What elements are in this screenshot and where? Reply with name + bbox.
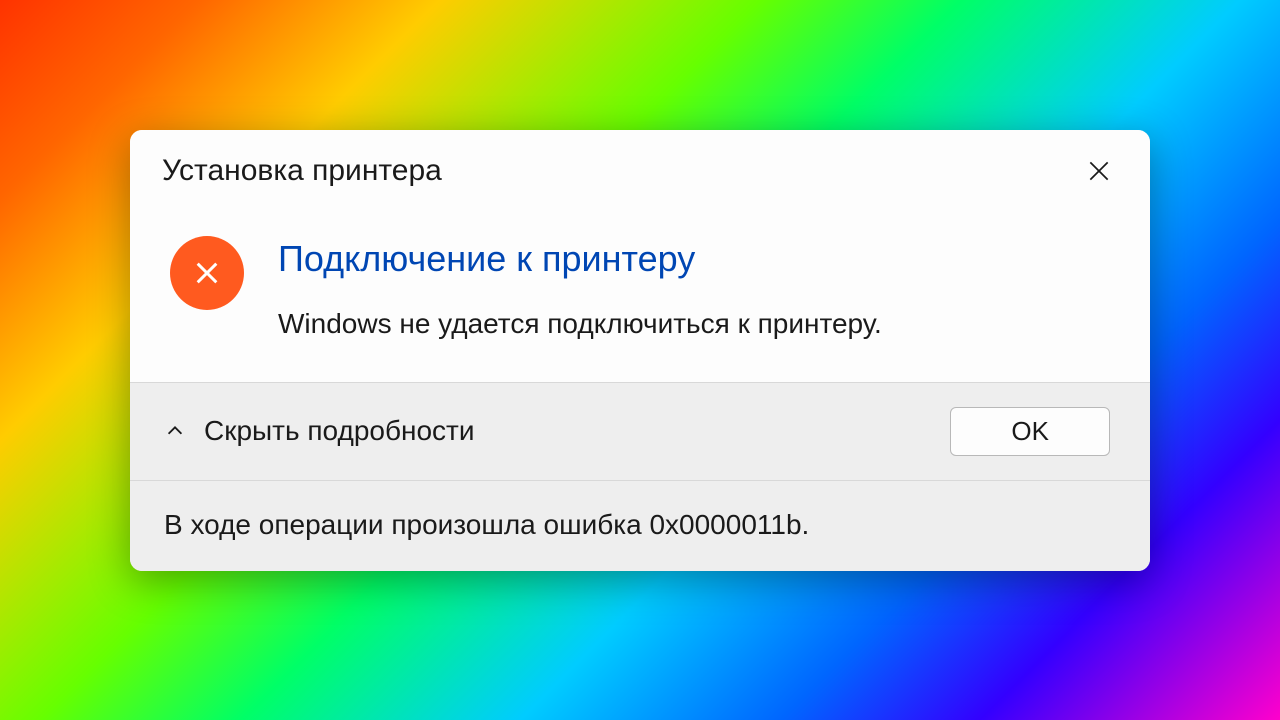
dialog-message: Windows не удается подключиться к принте… [278, 308, 1110, 340]
error-details-text: В ходе операции произошла ошибка 0x00000… [164, 509, 1116, 541]
dialog-title: Установка принтера [162, 154, 442, 188]
details-area: В ходе операции произошла ошибка 0x00000… [130, 480, 1150, 571]
details-toggle-label: Скрыть подробности [204, 415, 475, 447]
chevron-up-icon [164, 420, 186, 442]
content-text: Подключение к принтеру Windows не удаетс… [278, 232, 1110, 340]
close-button[interactable] [1076, 148, 1122, 194]
error-icon [170, 236, 244, 310]
footer-area: Скрыть подробности OK [130, 382, 1150, 480]
close-icon [1086, 158, 1112, 184]
titlebar: Установка принтера [130, 130, 1150, 204]
error-dialog: Установка принтера Подключение к принтер… [130, 130, 1150, 571]
dialog-heading: Подключение к принтеру [278, 238, 1110, 280]
details-toggle[interactable]: Скрыть подробности [164, 415, 475, 447]
ok-button[interactable]: OK [950, 407, 1110, 456]
content-area: Подключение к принтеру Windows не удаетс… [130, 204, 1150, 382]
